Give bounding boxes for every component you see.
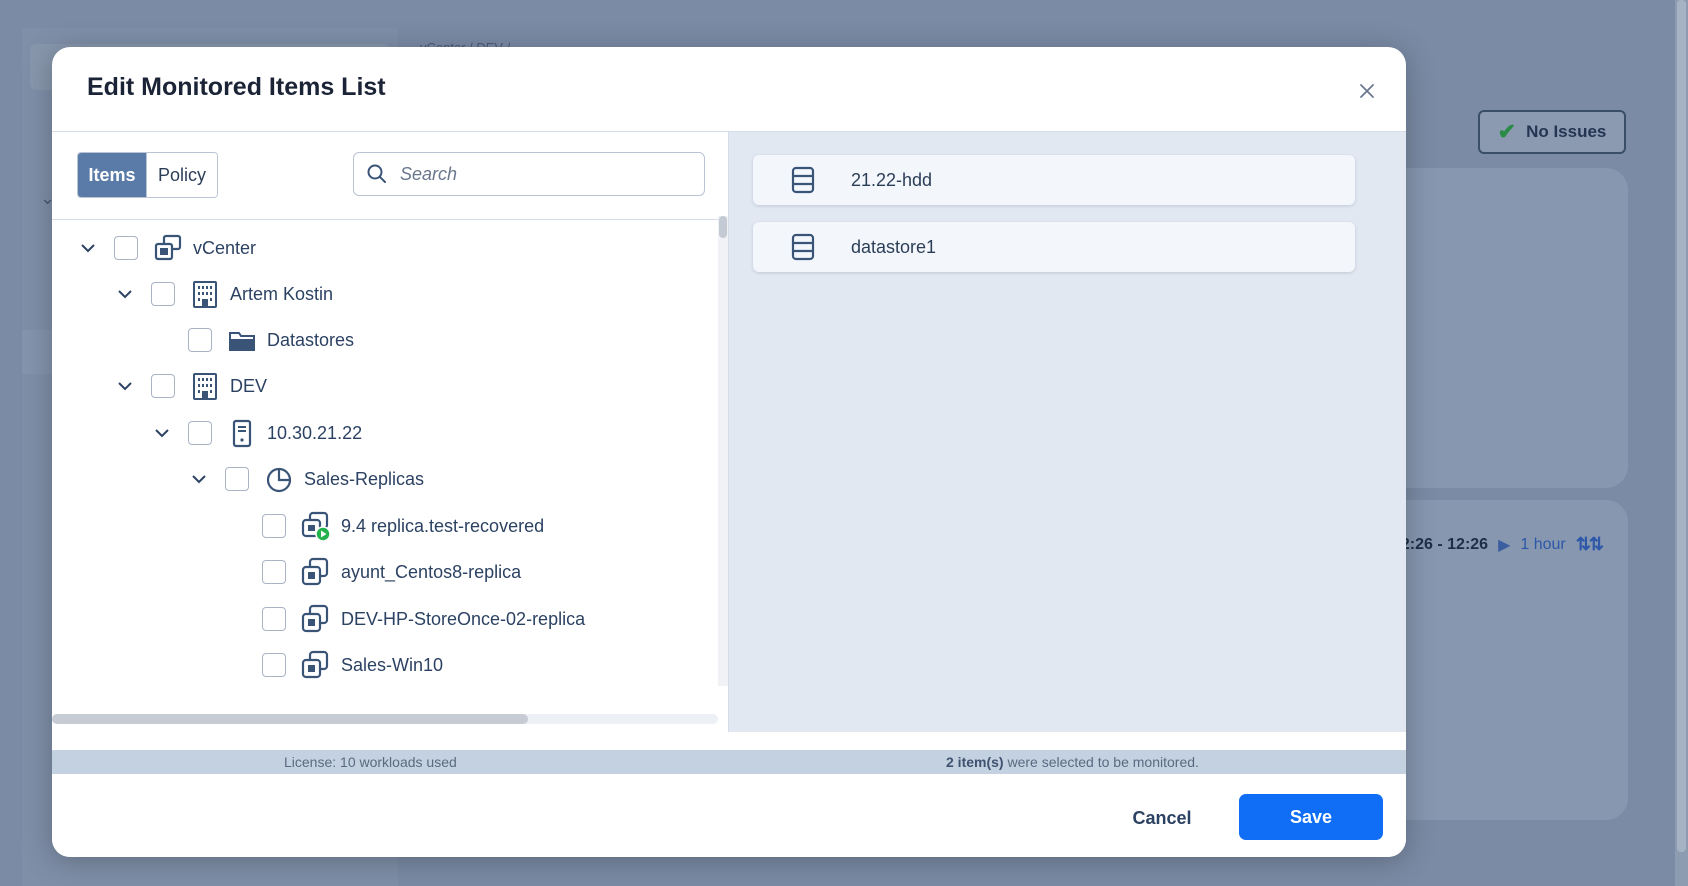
time-range-label: 12:26 - 12:26 xyxy=(1392,535,1489,553)
cancel-button[interactable]: Cancel xyxy=(1102,796,1222,840)
interval-label: 1 hour xyxy=(1520,535,1566,553)
vm-icon xyxy=(300,649,332,681)
tree-item-label: DEV xyxy=(230,375,268,396)
selected-item[interactable]: datastore1 xyxy=(753,222,1355,272)
tree-checkbox[interactable] xyxy=(151,374,175,398)
status-bar: License: 10 workloads used 2 item(s) wer… xyxy=(52,750,1406,774)
tree-checkbox[interactable] xyxy=(188,421,212,445)
search-input[interactable] xyxy=(398,162,692,186)
tree-vertical-scrollbar[interactable] xyxy=(718,216,728,686)
tree-checkbox[interactable] xyxy=(225,467,249,491)
dialog-title: Edit Monitored Items List xyxy=(87,73,386,101)
time-range: 12:26 - 12:26 ▶ 1 hour ⇅⇅ xyxy=(1392,534,1604,555)
inventory-panel: Items Policy Search vCenter Artem Kostin… xyxy=(52,132,729,732)
selected-item-label: 21.22-hdd xyxy=(851,169,933,190)
tree-item-label: 10.30.21.22 xyxy=(267,422,363,443)
selected-items-panel: 21.22-hdd datastore1 xyxy=(729,132,1406,732)
check-icon: ✔ xyxy=(1497,119,1517,144)
license-info: License: 10 workloads used xyxy=(284,754,457,770)
page-scrollbar xyxy=(1675,0,1688,886)
tree-item-label: Artem Kostin xyxy=(230,283,334,304)
tree-item-label: ayunt_Centos8-replica xyxy=(341,561,522,582)
play-icon: ▶ xyxy=(1498,536,1511,554)
view-toggle: Items Policy xyxy=(77,152,218,198)
search-icon xyxy=(367,164,386,183)
tree-item-dev: DEV xyxy=(113,364,267,408)
tree-item-vm: DEV-HP-StoreOnce-02-replica xyxy=(224,597,585,641)
tree-item-vm: 9.4 replica.test-recovered xyxy=(224,504,544,548)
datastore-icon xyxy=(791,232,817,262)
tree-item-label: DEV-HP-StoreOnce-02-replica xyxy=(341,608,586,629)
tree-item-label: Datastores xyxy=(267,329,355,350)
tree-item-artem-kostin: Artem Kostin xyxy=(113,272,333,316)
tree-item-label: Sales-Win10 xyxy=(341,654,444,675)
tree-item-vm: Sales-Win10 xyxy=(224,643,443,687)
tree-checkbox[interactable] xyxy=(114,236,138,260)
vm-icon xyxy=(300,556,332,588)
tab-items[interactable]: Items xyxy=(78,153,146,197)
tree-horizontal-scrollbar[interactable] xyxy=(52,714,718,724)
no-issues-label: No Issues xyxy=(1526,122,1607,141)
edit-monitored-items-dialog: Edit Monitored Items List Items Policy S… xyxy=(52,47,1406,857)
search-box xyxy=(353,152,705,196)
tree-checkbox[interactable] xyxy=(262,653,286,677)
building-icon xyxy=(189,278,221,310)
tree-checkbox[interactable] xyxy=(262,607,286,631)
chevron-down-icon[interactable] xyxy=(76,236,100,260)
pie-icon xyxy=(263,463,295,495)
tree-item-datastores: Datastores xyxy=(150,318,354,362)
vm-icon xyxy=(300,603,332,635)
close-button[interactable] xyxy=(1353,77,1381,105)
inventory-tree: vCenter Artem Kostin Datastores DEV 10.3… xyxy=(52,222,716,712)
chevron-down-icon[interactable] xyxy=(113,374,137,398)
tree-checkbox[interactable] xyxy=(188,328,212,352)
selection-suffix: were selected to be monitored. xyxy=(1003,754,1199,770)
dialog-header: Edit Monitored Items List xyxy=(52,47,1406,132)
tab-policy[interactable]: Policy xyxy=(146,153,217,197)
chevron-down-icon[interactable] xyxy=(113,282,137,306)
datastore-icon xyxy=(791,165,817,195)
vcenter-icon xyxy=(152,232,184,264)
dialog-footer: Cancel Save xyxy=(52,774,1406,857)
selected-item[interactable]: 21.22-hdd xyxy=(753,155,1355,205)
selected-item-label: datastore1 xyxy=(851,236,937,257)
page-scrollbar-thumb xyxy=(1677,0,1686,852)
selection-count: 2 item(s) xyxy=(946,754,1004,770)
tree-checkbox[interactable] xyxy=(262,514,286,538)
selection-info: 2 item(s) were selected to be monitored. xyxy=(946,754,1199,770)
tree-checkbox[interactable] xyxy=(262,560,286,584)
save-button[interactable]: Save xyxy=(1239,794,1383,840)
divider xyxy=(52,219,728,220)
tree-item-vcenter: vCenter xyxy=(76,226,256,270)
close-icon xyxy=(1360,84,1374,98)
tree-checkbox[interactable] xyxy=(151,282,175,306)
tree-item-sales-replicas: Sales-Replicas xyxy=(187,457,424,501)
no-issues-button: ✔ No Issues xyxy=(1478,110,1626,154)
tree-item-label: 9.4 replica.test-recovered xyxy=(341,515,545,536)
tree-item-vm: ayunt_Centos8-replica xyxy=(224,550,521,594)
scrollbar-thumb[interactable] xyxy=(52,714,528,724)
vm-running-icon xyxy=(300,510,332,542)
building-icon xyxy=(189,370,221,402)
chevron-down-icon[interactable] xyxy=(187,467,211,491)
tree-item-label: Sales-Replicas xyxy=(304,468,425,489)
host-icon xyxy=(226,417,258,449)
tree-item-label: vCenter xyxy=(193,237,257,258)
tune-icon: ⇅⇅ xyxy=(1575,534,1604,554)
scrollbar-thumb[interactable] xyxy=(719,216,727,238)
chevron-down-icon[interactable] xyxy=(150,421,174,445)
folder-icon xyxy=(226,324,258,356)
tree-item-host: 10.30.21.22 xyxy=(150,411,362,455)
